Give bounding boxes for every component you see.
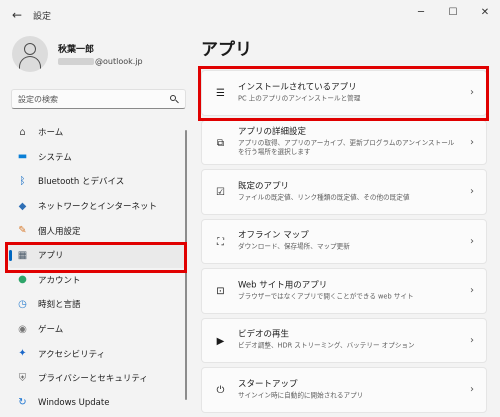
card-text: アプリの詳細設定 アプリの取得、アプリのアーカイブ、更新プログラムのアンインストー… <box>238 127 456 157</box>
card-description: PC 上のアプリのアンインストールと管理 <box>238 94 361 103</box>
card-description: サインイン時に自動的に開始されるアプリ <box>238 391 364 400</box>
default-apps-icon: ☑ <box>216 187 225 198</box>
setting-card-website-apps[interactable]: ⊡ Web サイト用のアプリ ブラウザーではなくアプリで開くことができる web サ… <box>201 268 487 314</box>
startup-icon: ⏻ <box>216 385 225 396</box>
brush-icon: ✎ <box>18 225 27 237</box>
time-language-icon: ◷ <box>18 298 27 310</box>
advanced-apps-icon: ⧉ <box>216 137 225 149</box>
chevron-right-icon: › <box>470 87 474 98</box>
sidebar-item-label: アプリ <box>38 251 64 262</box>
page-title: アプリ <box>201 40 252 60</box>
card-text: インストールされているアプリ PC 上のアプリのアンインストールと管理 <box>238 82 456 103</box>
card-title: Web サイト用のアプリ <box>238 280 328 291</box>
app-title: 設定 <box>33 12 52 22</box>
sidebar-item-label: アクセシビリティ <box>38 349 106 360</box>
sidebar-item-bluetooth[interactable]: ᛒ Bluetooth とデバイス <box>8 169 186 194</box>
wifi-icon: ◆ <box>18 200 27 212</box>
account-icon: ● <box>18 274 27 286</box>
redacted-email-part <box>58 58 94 65</box>
minimize-button[interactable]: ─ <box>410 4 432 22</box>
card-title: オフライン マップ <box>238 230 309 241</box>
sidebar-item-label: 時刻と言語 <box>38 300 81 311</box>
user-name: 秋葉一郎 <box>58 45 95 55</box>
sidebar-item-label: Windows Update <box>38 397 110 408</box>
search-icon[interactable] <box>170 95 179 104</box>
search-input[interactable] <box>18 93 163 106</box>
bluetooth-icon: ᛒ <box>19 175 26 187</box>
card-text: 既定のアプリ ファイルの既定値、リンク種類の既定値、その他の既定値 <box>238 181 456 202</box>
title-bar: ← 設定 ─ ☐ ✕ <box>0 0 500 30</box>
setting-card-video-playback[interactable]: ▶ ビデオの再生 ビデオ調整、HDR ストリーミング、バッテリー オプション › <box>201 317 487 363</box>
sidebar-item-label: Bluetooth とデバイス <box>38 177 125 188</box>
user-email: @outlook.jp <box>58 57 143 66</box>
card-title: 既定のアプリ <box>238 181 290 192</box>
card-description: アプリの取得、アプリのアーカイブ、更新プログラムのアンインストールを行う場所を選… <box>238 139 455 157</box>
setting-card-default-apps[interactable]: ☑ 既定のアプリ ファイルの既定値、リンク種類の既定値、その他の既定値 › <box>201 169 487 215</box>
back-arrow-icon[interactable]: ← <box>8 6 26 24</box>
video-playback-icon: ▶ <box>216 335 225 347</box>
card-description: ブラウザーではなくアプリで開くことができる web サイト <box>238 292 414 301</box>
sidebar-item-brush[interactable]: ✎ 個人用設定 <box>8 218 186 243</box>
card-text: オフライン マップ ダウンロード、保存場所、マップ更新 <box>238 231 456 252</box>
avatar <box>12 36 48 72</box>
sidebar-item-label: ホーム <box>38 128 64 139</box>
chevron-right-icon: › <box>470 235 474 247</box>
setting-card-offline-maps[interactable]: ⛶ オフライン マップ ダウンロード、保存場所、マップ更新 › <box>201 218 487 264</box>
sidebar-scrollbar[interactable] <box>185 130 187 400</box>
sidebar-item-shield[interactable]: ⛨ プライバシーとセキュリティ <box>8 366 186 391</box>
website-apps-icon: ⊡ <box>216 286 225 297</box>
chevron-right-icon: › <box>470 384 474 395</box>
sidebar-item-label: ゲーム <box>38 325 64 336</box>
sidebar-item-label: システム <box>38 152 72 163</box>
apps-icon: ▦ <box>17 249 28 261</box>
sidebar-item-game[interactable]: ◉ ゲーム <box>8 317 186 342</box>
setting-card-installed-apps[interactable]: ☰ インストールされているアプリ PC 上のアプリのアンインストールと管理 › <box>201 70 487 116</box>
card-description: ビデオ調整、HDR ストリーミング、バッテリー オプション <box>238 341 415 350</box>
installed-apps-icon: ☰ <box>216 88 225 99</box>
sidebar-item-home[interactable]: ⌂ ホーム <box>8 120 186 145</box>
offline-maps-icon: ⛶ <box>217 236 224 248</box>
sidebar-item-wifi[interactable]: ◆ ネットワークとインターネット <box>8 194 186 219</box>
sidebar-item-label: プライバシーとセキュリティ <box>38 374 148 385</box>
close-button[interactable]: ✕ <box>474 4 496 22</box>
card-title: ビデオの再生 <box>238 329 290 340</box>
system-icon: ▬ <box>17 151 28 163</box>
app-settings-list: ☰ インストールされているアプリ PC 上のアプリのアンインストールと管理 › ⧉ アプリ… <box>201 70 487 417</box>
sidebar-item-label: 個人用設定 <box>38 226 81 237</box>
sidebar-item-label: ネットワークとインターネット <box>38 202 158 213</box>
user-profile[interactable]: 秋葉一郎 @outlook.jp <box>12 36 187 76</box>
person-icon <box>24 43 36 55</box>
windows-update-icon: ↻ <box>18 397 27 409</box>
setting-card-advanced-apps[interactable]: ⧉ アプリの詳細設定 アプリの取得、アプリのアーカイブ、更新プログラムのアンインスト… <box>201 119 487 165</box>
home-icon: ⌂ <box>19 126 26 138</box>
chevron-right-icon: › <box>470 285 474 296</box>
card-text: ビデオの再生 ビデオ調整、HDR ストリーミング、バッテリー オプション <box>238 330 456 351</box>
sidebar-item-time-language[interactable]: ◷ 時刻と言語 <box>8 292 186 317</box>
setting-card-startup[interactable]: ⏻ スタートアップ サインイン時に自動的に開始されるアプリ › <box>201 367 487 413</box>
shield-icon: ⛨ <box>18 372 27 384</box>
sidebar-item-accessibility[interactable]: ✦ アクセシビリティ <box>8 341 186 366</box>
chevron-right-icon: › <box>470 186 474 197</box>
chevron-right-icon: › <box>470 334 474 346</box>
sidebar-nav: ⌂ ホーム ▬ システム ᛒ Bluetooth とデバイス ◆ ネットワークとインターネット… <box>8 120 186 415</box>
sidebar-item-apps[interactable]: ▦ アプリ <box>8 242 186 268</box>
chevron-right-icon: › <box>470 136 474 148</box>
card-description: ファイルの既定値、リンク種類の既定値、その他の既定値 <box>238 193 410 202</box>
game-icon: ◉ <box>18 323 27 335</box>
settings-search[interactable] <box>11 89 186 109</box>
card-text: スタートアップ サインイン時に自動的に開始されるアプリ <box>238 379 456 400</box>
accessibility-icon: ✦ <box>18 348 27 360</box>
maximize-button[interactable]: ☐ <box>442 4 464 22</box>
sidebar-item-windows-update[interactable]: ↻ Windows Update <box>8 391 186 416</box>
card-title: インストールされているアプリ <box>238 82 357 93</box>
sidebar-item-system[interactable]: ▬ システム <box>8 145 186 170</box>
card-title: アプリの詳細設定 <box>238 127 307 138</box>
user-email-domain: @outlook.jp <box>95 57 143 66</box>
card-text: Web サイト用のアプリ ブラウザーではなくアプリで開くことができる web サイ… <box>238 280 456 301</box>
sidebar-item-label: アカウント <box>38 275 81 286</box>
sidebar-item-account[interactable]: ● アカウント <box>8 268 186 293</box>
card-description: ダウンロード、保存場所、マップ更新 <box>238 242 350 251</box>
card-title: スタートアップ <box>238 379 298 390</box>
